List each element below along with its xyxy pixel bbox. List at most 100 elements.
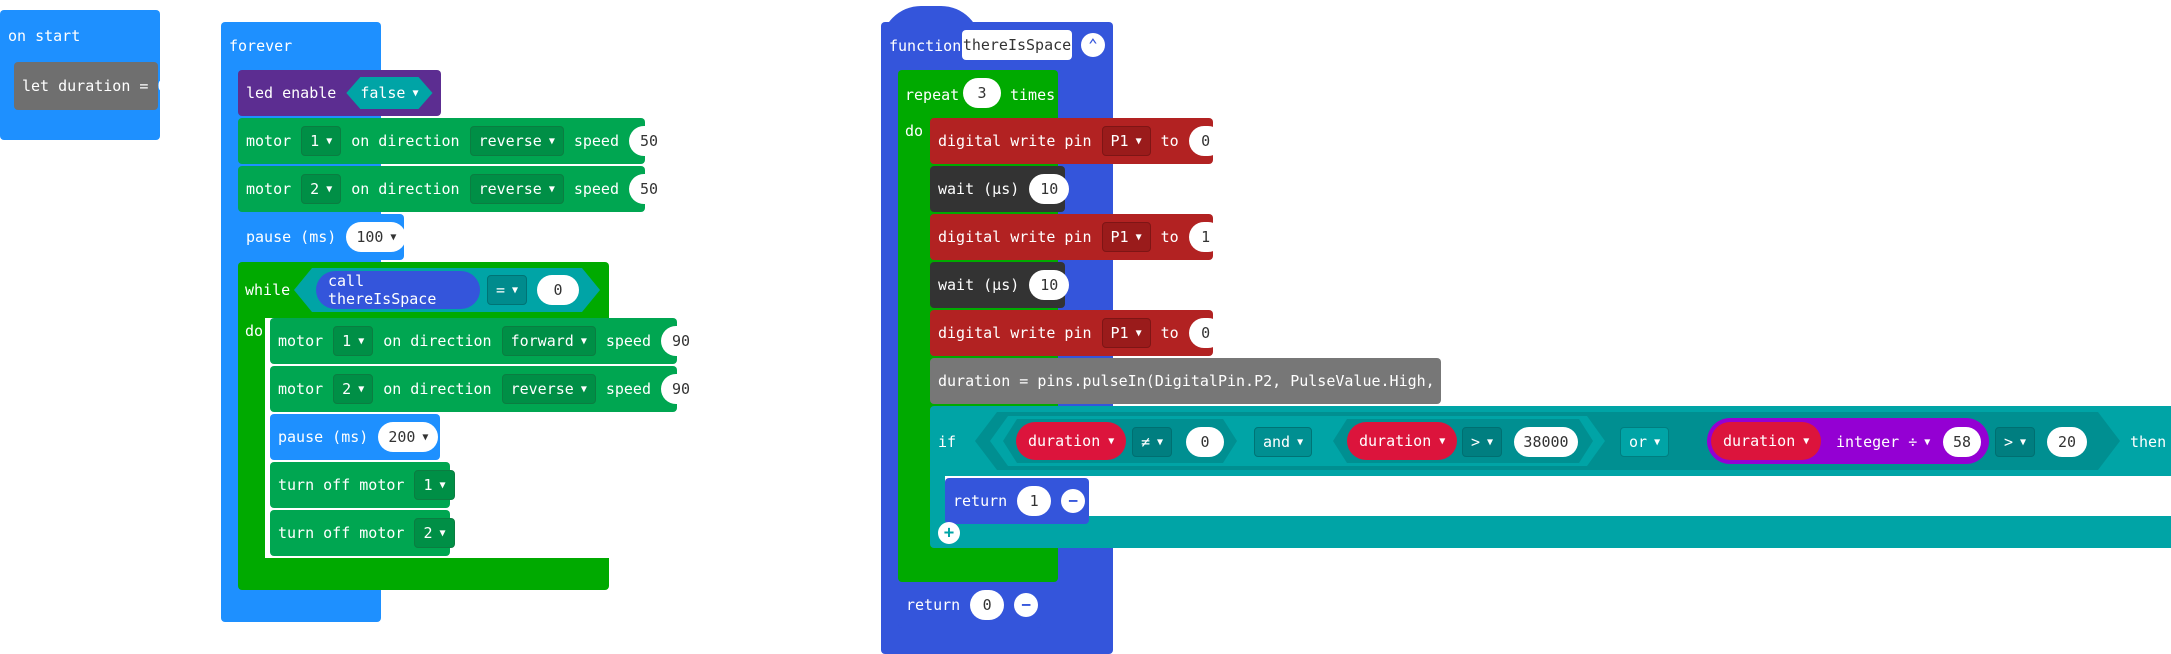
speed-label: speed [573,132,619,150]
wait-1-block[interactable]: wait (µs) 10 [930,166,1070,212]
return-label: return [906,596,961,614]
compare-op-dropdown[interactable]: = ▼ [487,275,528,305]
compare-rhs-input[interactable]: 0 [537,275,579,305]
duration-var-3[interactable]: duration ▼ [1711,422,1822,460]
compare-3-value-input[interactable]: 20 [2047,427,2087,457]
function-keyword: function [889,37,962,55]
pause-label: pause (ms) [246,228,337,246]
return-label: return [953,492,1008,510]
pause-block[interactable]: pause (ms) 100 ▼ [238,214,407,260]
return-value-input[interactable]: 0 [970,590,1005,620]
motor-label: motor [278,332,324,350]
while-label: while [245,281,291,299]
direction-label: on direction [383,380,492,398]
compare-2-op-dropdown[interactable]: > ▼ [1462,427,1503,457]
digital-write-2-block[interactable]: digital write pin P1 ▼ to 1 [930,214,1223,260]
chevron-down-icon: ▼ [1135,327,1142,339]
digital-value-input[interactable]: 0 [1188,126,1223,156]
chevron-down-icon: ▼ [1135,135,1142,147]
digital-write-label: digital write pin [938,324,1092,342]
motor-id-dropdown[interactable]: 1 ▼ [333,326,374,356]
pause-value-dropdown[interactable]: 200 ▼ [378,422,439,452]
motor-id-dropdown[interactable]: 2 ▼ [301,174,342,204]
compare-2-value-input[interactable]: 38000 [1514,427,1578,457]
motor-label: motor [246,132,292,150]
motor-2-block[interactable]: motor 2 ▼ on direction reverse ▼ speed 50 [238,166,670,212]
speed-input[interactable]: 50 [629,174,670,204]
speed-input[interactable]: 90 [661,326,702,356]
digital-value-input[interactable]: 0 [1188,318,1223,348]
plus-icon[interactable]: + [938,522,960,544]
direction-dropdown[interactable]: reverse ▼ [501,374,596,404]
turn-off-label: turn off motor [278,524,405,542]
call-thereisspace-block[interactable]: call thereIsSpace [316,271,480,309]
speed-input[interactable]: 50 [629,126,670,156]
while-pause-block[interactable]: pause (ms) 200 ▼ [270,414,440,460]
while-motor-2-block[interactable]: motor 2 ▼ on direction reverse ▼ speed 90 [270,366,702,412]
turn-off-motor-1-block[interactable]: turn off motor 1 ▼ [270,462,455,508]
function-name-input[interactable]: thereIsSpace [962,30,1072,60]
chevron-down-icon: ▼ [2020,436,2027,448]
digital-value-input[interactable]: 1 [1188,222,1223,252]
motor-id-dropdown[interactable]: 1 ▼ [414,470,455,500]
wait-label: wait (µs) [938,276,1020,294]
motor-1-block[interactable]: motor 1 ▼ on direction reverse ▼ speed 50 [238,118,670,164]
while-motor-1-block[interactable]: motor 1 ▼ on direction forward ▼ speed 90 [270,318,702,364]
motor-label: motor [278,380,324,398]
compare-1-value-input[interactable]: 0 [1186,427,1224,457]
motor-id-dropdown[interactable]: 1 ▼ [301,126,342,156]
wait-value-input[interactable]: 10 [1029,270,1070,300]
chevron-down-icon: ▼ [1108,435,1115,447]
pause-value-dropdown[interactable]: 100 ▼ [346,222,407,252]
chevron-down-icon: ▼ [1439,435,1446,447]
chevron-down-icon: ▼ [548,135,555,147]
speed-input[interactable]: 90 [661,374,702,404]
duration-var-1[interactable]: duration ▼ [1016,422,1127,460]
pin-dropdown[interactable]: P1 ▼ [1101,222,1151,252]
chevron-down-icon: ▼ [439,479,446,491]
chevron-down-icon: ▼ [1135,231,1142,243]
repeat-label: repeat [905,86,960,104]
collapse-icon[interactable]: ⌃ [1081,33,1105,57]
motor-id-dropdown[interactable]: 2 ▼ [414,518,455,548]
duration-var-2[interactable]: duration ▼ [1347,422,1458,460]
chevron-down-icon: ▼ [580,335,587,347]
compare-3-op-dropdown[interactable]: > ▼ [1995,427,2036,457]
pin-dropdown[interactable]: P1 ▼ [1101,126,1151,156]
led-enable-value-dropdown[interactable]: false ▼ [346,77,432,109]
to-label: to [1160,132,1179,150]
pin-dropdown[interactable]: P1 ▼ [1101,318,1151,348]
digital-write-3-block[interactable]: digital write pin P1 ▼ to 0 [930,310,1223,356]
return-0-block[interactable]: return 0 − [898,582,1041,628]
wait-value-input[interactable]: 10 [1029,174,1070,204]
digital-write-1-block[interactable]: digital write pin P1 ▼ to 0 [930,118,1223,164]
then-label: then [2130,433,2167,451]
return-value-input[interactable]: 1 [1017,486,1052,516]
repeat-count-input[interactable]: 3 [963,78,1001,108]
duration-assign-block[interactable]: duration = pins.pulseIn(DigitalPin.P2, P… [930,358,1498,404]
minus-icon[interactable]: − [1061,489,1086,513]
turn-off-label: turn off motor [278,476,405,494]
compare-1-op-dropdown[interactable]: ≠ ▼ [1132,427,1173,457]
and-op-dropdown[interactable]: and ▼ [1254,427,1313,457]
if-inner-bg [945,476,2171,516]
chevron-down-icon: ▼ [1803,435,1810,447]
minus-icon[interactable]: − [1014,593,1039,617]
led-enable-block[interactable]: led enable false ▼ [238,70,441,116]
chevron-down-icon: ▼ [1924,436,1931,448]
direction-dropdown[interactable]: reverse ▼ [469,126,564,156]
direction-dropdown[interactable]: forward ▼ [501,326,596,356]
direction-dropdown[interactable]: reverse ▼ [469,174,564,204]
motor-id-dropdown[interactable]: 2 ▼ [333,374,374,404]
let-duration-block[interactable]: let duration = 0 [14,62,167,110]
motor-label: motor [246,180,292,198]
wait-2-block[interactable]: wait (µs) 10 [930,262,1070,308]
return-1-block[interactable]: return 1 − [945,478,1089,524]
forever-hat-label: forever [229,37,293,55]
integer-divide-dropdown[interactable]: integer ÷ ▼ [1828,427,1938,457]
repeat-times-label: times [1010,86,1056,104]
divisor-input[interactable]: 58 [1943,427,1981,457]
turn-off-motor-2-block[interactable]: turn off motor 2 ▼ [270,510,455,556]
let-duration-label: let duration = 0 [22,77,167,95]
or-op-dropdown[interactable]: or ▼ [1620,427,1670,457]
